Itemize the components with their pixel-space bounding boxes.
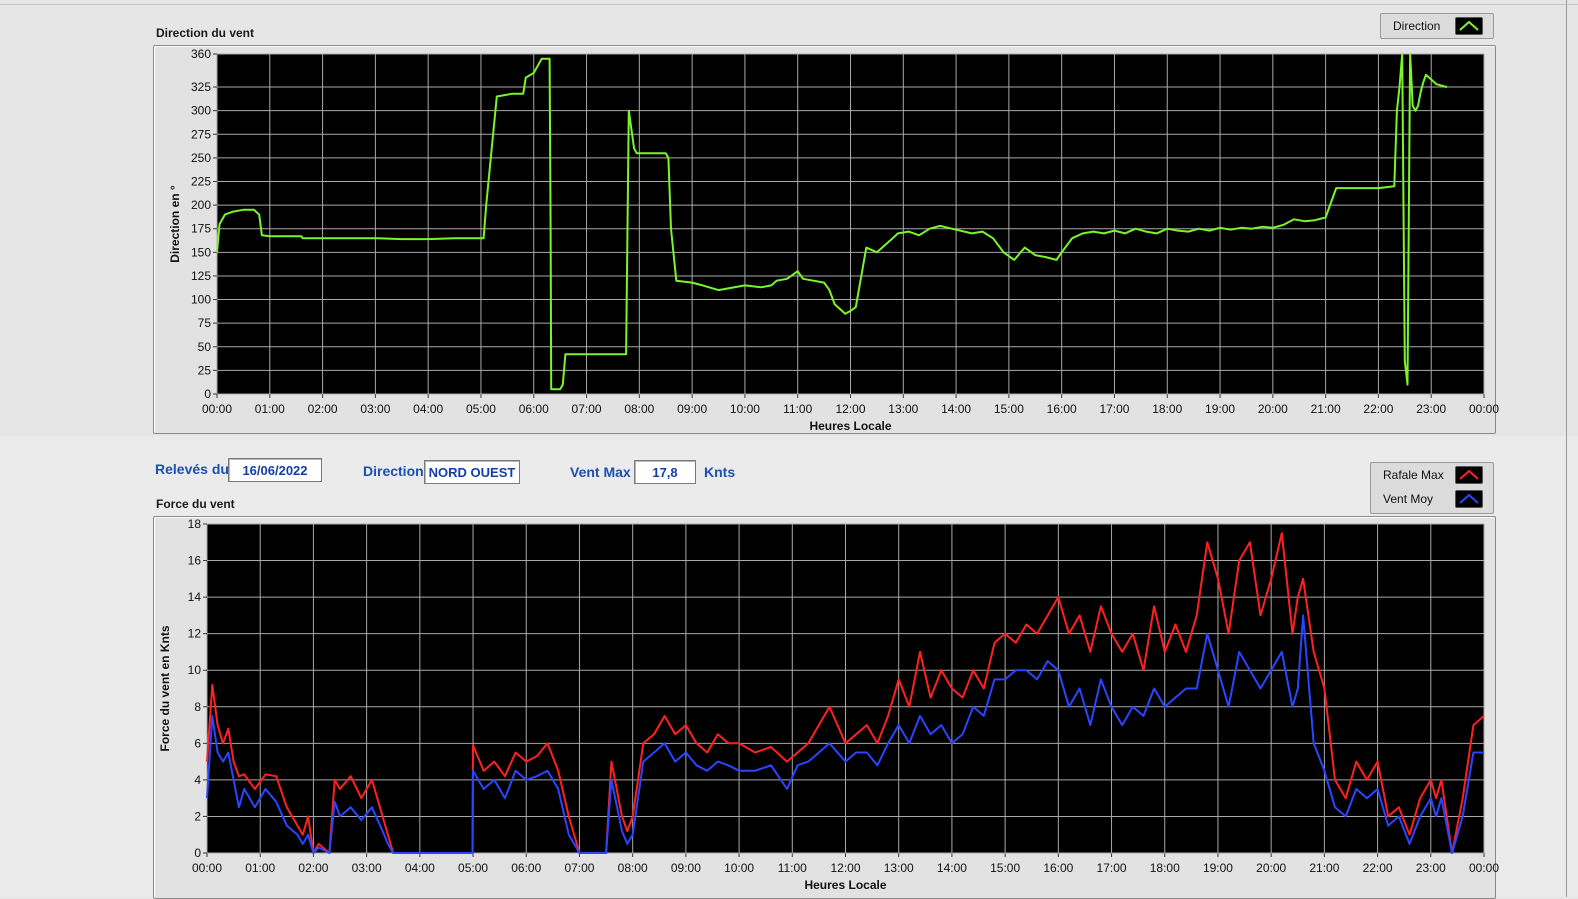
force-xtick-label: 10:00 [724,861,754,875]
force-xtick-label: 05:00 [458,861,488,875]
force-xtick-label: 17:00 [1097,861,1127,875]
force-xtick-label: 02:00 [298,861,328,875]
force-ytick-label: 14 [188,590,202,604]
force-xtick-label: 06:00 [511,861,541,875]
force-ytick-label: 12 [188,627,202,641]
force-xtick-label: 14:00 [937,861,967,875]
force-xtick-label: 23:00 [1416,861,1446,875]
force-xtick-label: 19:00 [1203,861,1233,875]
force-xtick-label: 04:00 [405,861,435,875]
force-ylabel: Force du vent en Knts [158,625,172,751]
force-xtick-label: 18:00 [1150,861,1180,875]
force-xtick-label: 11:00 [778,861,807,875]
force-ytick-label: 0 [194,846,201,860]
force-xlabel: Heures Locale [804,878,886,892]
force-xtick-label: 21:00 [1309,861,1339,875]
force-xtick-label: 09:00 [671,861,701,875]
force-xtick-label: 12:00 [830,861,860,875]
force-xtick-label: 07:00 [564,861,594,875]
force-ytick-label: 8 [194,700,201,714]
force-ytick-label: 2 [194,809,201,823]
force-chart[interactable]: 00:00 01:00 02:00 03:00 04:00 05:00 06:00 07:00… [0,0,1578,897]
force-xtick-label: 22:00 [1363,861,1393,875]
force-xtick-label: 01:00 [245,861,275,875]
force-ytick-label: 18 [188,517,202,531]
force-ytick-label: 16 [188,554,202,568]
force-xtick-label: 00:00 [192,861,222,875]
force-xtick-label: 13:00 [884,861,914,875]
force-xtick-label: 15:00 [990,861,1020,875]
force-ytick-label: 6 [194,736,201,750]
force-xtick-label: 16:00 [1043,861,1073,875]
force-ytick-label: 10 [188,663,202,677]
force-xtick-label: 03:00 [352,861,382,875]
force-ytick-label: 4 [194,773,201,787]
force-xtick-label: 00:00 [1469,861,1499,875]
force-xtick-label: 20:00 [1256,861,1286,875]
force-xtick-label: 08:00 [618,861,648,875]
